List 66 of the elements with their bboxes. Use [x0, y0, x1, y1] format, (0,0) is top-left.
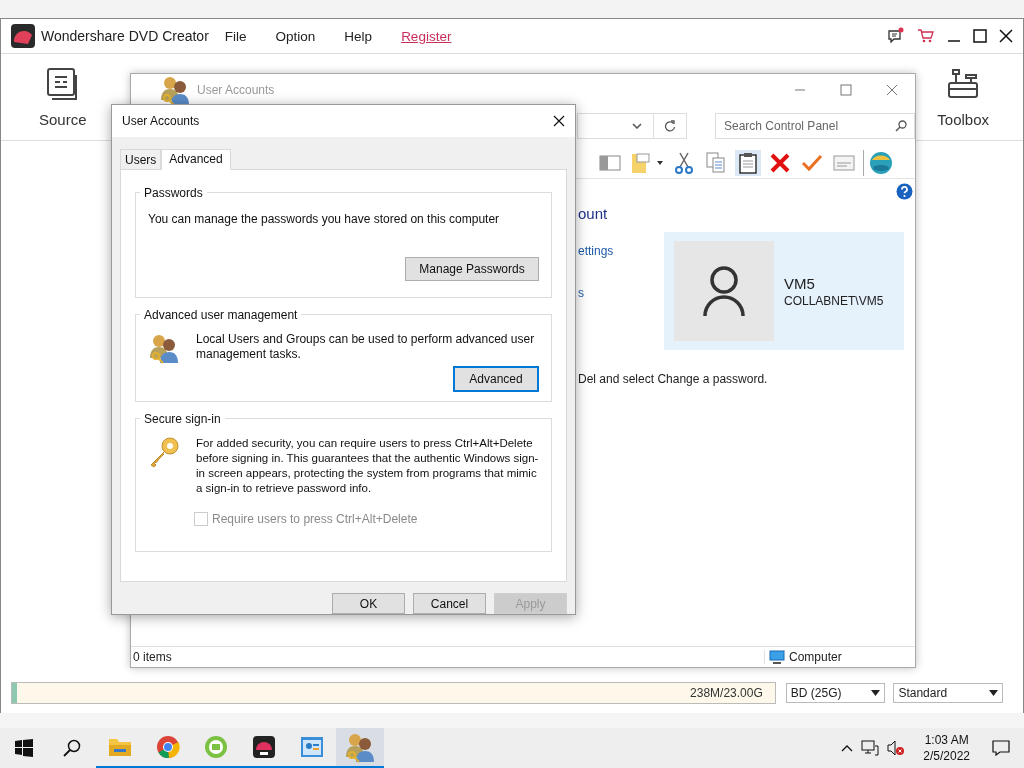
instruction-text: Del and select Change a password. — [578, 372, 769, 386]
tab[interactable]: Advanced — [161, 148, 231, 170]
tab[interactable]: Users — [120, 148, 162, 169]
menu-item[interactable]: Help — [344, 28, 373, 44]
document-icon — [45, 66, 80, 101]
key-icon — [148, 435, 180, 468]
caret-icon — [989, 690, 998, 696]
dialog-title: User Accounts — [122, 113, 200, 128]
toolbox-icon — [946, 66, 981, 101]
browser-icon — [156, 735, 180, 759]
app-logo-icon — [11, 24, 35, 48]
notifications-icon[interactable] — [992, 740, 1010, 756]
page-heading: ount — [578, 205, 608, 222]
app-title: Wondershare DVD Creator — [41, 28, 209, 44]
manage-passwords-button[interactable]: Manage Passwords — [405, 256, 539, 281]
user-tile[interactable]: VM5 COLLABNET\VM5 — [664, 232, 904, 350]
search-icon — [895, 120, 907, 132]
window-title: User Accounts — [197, 83, 275, 97]
paste-button[interactable] — [735, 150, 761, 176]
chevron-down-icon[interactable] — [632, 123, 642, 129]
users-icon — [344, 731, 376, 763]
toolbar-button[interactable]: Toolbox — [931, 54, 995, 140]
caret-icon — [871, 690, 881, 696]
advanced-button[interactable]: Advanced — [453, 365, 539, 392]
group-title: Secure sign-in — [143, 411, 222, 426]
clock-date: 2/5/2022 — [923, 748, 970, 764]
toolbar-button[interactable]: Source — [33, 54, 93, 140]
location-label: Computer — [789, 650, 842, 664]
menu-item[interactable]: File — [224, 28, 247, 44]
refresh-icon[interactable] — [664, 120, 676, 132]
help-icon[interactable] — [896, 183, 913, 200]
clock-time: 1:03 AM — [924, 732, 969, 748]
network-icon[interactable] — [861, 740, 880, 756]
maximize-icon[interactable] — [973, 29, 987, 43]
item-count: 0 items — [133, 650, 172, 664]
task-link[interactable]: ettings — [578, 244, 614, 258]
windows-logo-icon — [15, 739, 33, 757]
group-title: Advanced user management — [143, 307, 299, 322]
folder-icon — [108, 737, 132, 757]
cart-icon[interactable] — [917, 27, 935, 45]
dialog-button[interactable]: OK — [332, 593, 405, 614]
disc-app-icon — [252, 735, 276, 759]
group-title: Passwords — [143, 185, 204, 200]
close-icon[interactable] — [999, 29, 1013, 43]
menu-item[interactable]: Option — [275, 28, 316, 44]
muted-speaker-icon[interactable] — [887, 740, 906, 756]
feedback-icon[interactable] — [887, 27, 905, 45]
download-app-icon — [204, 735, 228, 759]
group-text: You can manage the passwords you have stored on this computer — [148, 211, 501, 227]
register-link[interactable]: Register — [401, 28, 452, 44]
user-name: VM5 — [784, 274, 816, 292]
avatar-icon — [702, 265, 746, 317]
disc-size-dropdown[interactable]: BD (25G) — [785, 683, 886, 703]
close-icon[interactable] — [553, 114, 565, 127]
group-text: For added security, you can require users to press Ctrl+Alt+Delete before signing in. This guarantees that the authentic Windows sign-in screen appears, protecting the system from programs that mimic a sign-in to retrieve password info. — [196, 435, 539, 496]
progress-bar: 238M/23.00G — [11, 682, 776, 704]
task-link[interactable]: s — [578, 286, 584, 300]
search-icon — [63, 739, 81, 757]
computer-icon — [769, 650, 785, 664]
quality-dropdown[interactable]: Standard — [893, 683, 1003, 703]
search-field[interactable]: Search Control Panel — [715, 113, 915, 139]
group-text: Local Users and Groups can be used to perform advanced user management tasks. — [196, 331, 536, 362]
user-account: COLLABNET\VM5 — [784, 293, 884, 308]
control-panel-icon — [300, 736, 324, 758]
dialog-button[interactable]: Cancel — [413, 593, 486, 614]
chevron-up-icon[interactable] — [841, 744, 854, 752]
